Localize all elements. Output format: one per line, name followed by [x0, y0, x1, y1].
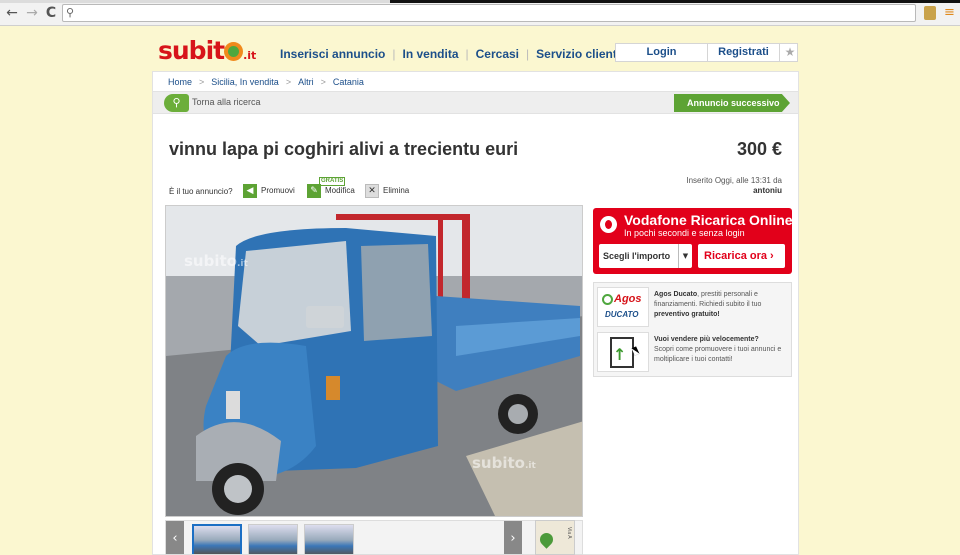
thumbnail-1[interactable]: [192, 524, 242, 554]
promote-action[interactable]: ◀ Promuovi: [243, 183, 295, 198]
thumbnail-prev-arrow[interactable]: ‹: [166, 521, 184, 554]
edit-action[interactable]: ✎ Modifica: [307, 183, 355, 198]
browser-menu-icon[interactable]: ≡: [944, 6, 955, 20]
page-container: subit .it Inserisci annuncio | In vendita | C…: [152, 26, 799, 555]
nav-inserisci-annuncio[interactable]: Inserisci annuncio: [280, 47, 385, 61]
sell-faster-promo[interactable]: ↑ Vuoi vendere più velocemente? Scopri co…: [597, 332, 787, 374]
breadcrumb-region[interactable]: Sicilia, In vendita: [211, 77, 279, 87]
forward-arrow-icon[interactable]: →: [24, 5, 40, 21]
ad-detail-card: vinnu lapa pi coghiri alivi a trecientu …: [152, 114, 799, 555]
address-bar[interactable]: ⚲: [62, 4, 916, 22]
nav-in-vendita[interactable]: In vendita: [403, 47, 459, 61]
delete-action[interactable]: ✕ Elimina: [365, 183, 409, 198]
ad-main-photo[interactable]: subito.it subito.it: [165, 205, 583, 517]
upload-logo: ↑: [597, 332, 649, 372]
ad-price: 300 €: [736, 139, 782, 159]
ad-title: vinnu lapa pi coghiri alivi a trecientu …: [169, 139, 519, 159]
posted-info: Inserito Oggi, alle 13:31 da antoniu: [686, 176, 782, 196]
back-arrow-icon[interactable]: ←: [4, 5, 20, 21]
pencil-icon: ✎: [307, 183, 321, 198]
search-back-icon[interactable]: ⚲: [164, 94, 189, 112]
agos-promo[interactable]: Agos DUCATO Agos Ducato, prestiti person…: [597, 287, 787, 329]
breadcrumb-home[interactable]: Home: [168, 77, 192, 87]
amount-select[interactable]: Scegli l'importo ▼: [599, 244, 692, 268]
posted-date: Inserito Oggi, alle 13:31 da: [686, 176, 782, 185]
auth-box: Login Registrati ★: [615, 43, 798, 62]
thumbnail-2[interactable]: [248, 524, 298, 554]
photo-watermark: subito.it: [184, 252, 248, 270]
sidebar-promos: Agos DUCATO Agos Ducato, prestiti person…: [593, 282, 792, 377]
map-preview[interactable]: Via A: [535, 520, 575, 555]
nav-servizio-clienti[interactable]: Servizio clienti: [536, 47, 620, 61]
vodafone-ad: Vodafone Ricarica Online In pochi second…: [593, 208, 793, 274]
agos-promo-text: Agos Ducato, prestiti personali e finanz…: [654, 291, 762, 318]
thumbnail-3[interactable]: [304, 524, 354, 554]
upload-arrow-icon: ↑: [613, 345, 627, 364]
promote-icon: ◀: [243, 183, 257, 198]
vodafone-logo-icon: [600, 216, 617, 233]
next-ad-button[interactable]: Annuncio successivo: [674, 94, 790, 112]
back-to-search-link[interactable]: Torna alla ricerca: [192, 97, 261, 107]
photo-watermark-2: subito.it: [472, 454, 536, 472]
vodafone-subtitle: In pochi secondi e senza login: [624, 228, 745, 238]
ad-action-bar: ⚲ Torna alla ricerca Annuncio successivo: [152, 91, 799, 114]
breadcrumb-city[interactable]: Catania: [333, 77, 364, 87]
recharge-button[interactable]: Ricarica ora ›: [698, 244, 785, 268]
author-name[interactable]: antoniu: [686, 186, 782, 196]
reload-icon[interactable]: C: [43, 5, 59, 21]
chevron-down-icon: ▼: [678, 244, 692, 268]
nav-cercasi[interactable]: Cercasi: [476, 47, 519, 61]
agos-logo: Agos DUCATO: [597, 287, 649, 327]
map-pin-icon: [537, 530, 556, 549]
logo-globe-icon: [224, 42, 244, 61]
your-ad-label: È il tuo annuncio?: [169, 187, 233, 196]
star-icon[interactable]: ★: [782, 44, 798, 61]
close-icon: ✕: [365, 183, 379, 198]
subito-logo[interactable]: subit .it: [158, 36, 256, 65]
breadcrumb: Home > Sicilia, In vendita > Altri > Catania: [152, 71, 799, 91]
browser-toolbar: ← → C ⚲ ≡: [0, 0, 960, 26]
search-icon: ⚲: [66, 6, 75, 19]
thumbnail-strip: ‹ ›: [165, 520, 583, 555]
extension-icon[interactable]: [924, 6, 936, 20]
map-street-label: Via A: [566, 527, 572, 539]
agos-emblem-icon: [602, 294, 613, 305]
login-button[interactable]: Login: [616, 44, 708, 61]
top-navigation: Inserisci annuncio | In vendita | Cercasi | Se…: [280, 47, 621, 61]
sell-faster-text: Vuoi vendere più velocemente? Scopri come…: [654, 336, 782, 363]
thumbnail-next-arrow[interactable]: ›: [504, 521, 522, 554]
tab-strip: [0, 0, 960, 3]
register-button[interactable]: Registrati: [708, 44, 780, 61]
breadcrumb-category[interactable]: Altri: [298, 77, 314, 87]
vodafone-title: Vodafone Ricarica Online: [624, 212, 793, 228]
